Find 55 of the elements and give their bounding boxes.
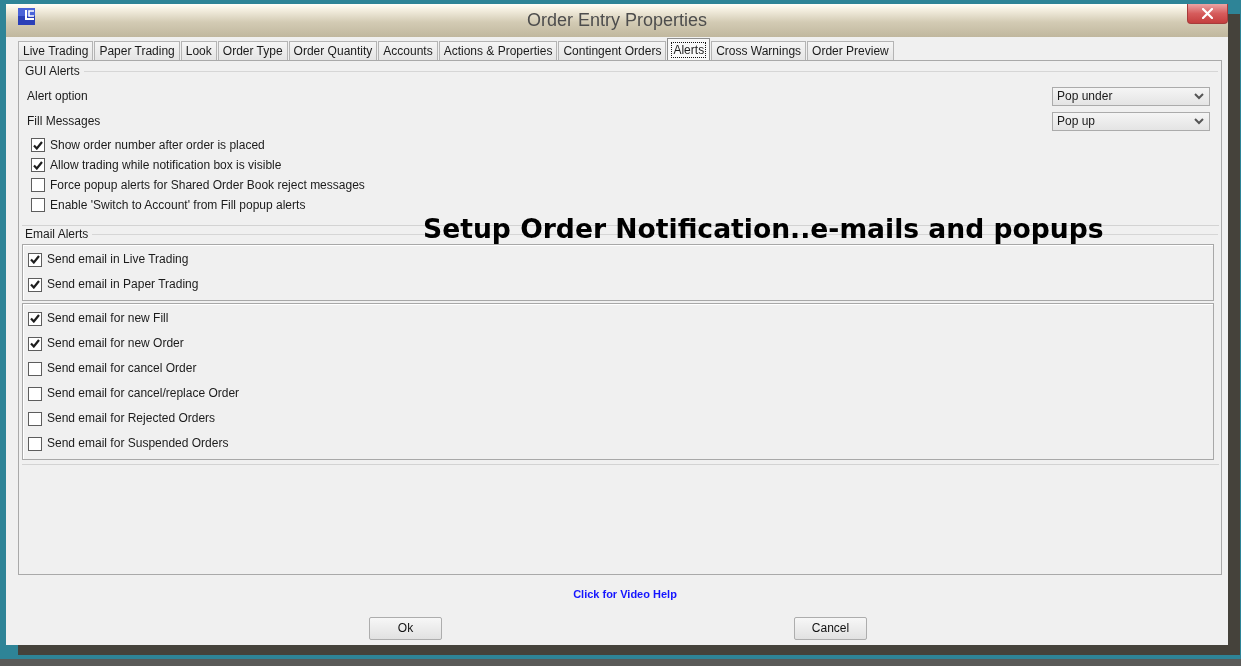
cancel-button[interactable]: Cancel xyxy=(794,617,867,641)
app-logo-icon xyxy=(18,8,35,25)
checkbox[interactable] xyxy=(28,436,42,451)
checkmark-icon xyxy=(30,339,40,348)
group-title: Email Alerts xyxy=(25,226,89,242)
checkbox[interactable] xyxy=(28,252,42,267)
tab[interactable]: Cross Warnings xyxy=(711,41,807,60)
video-help-link[interactable]: Click for Video Help xyxy=(573,588,677,602)
field-label: Fill Messages xyxy=(27,114,101,129)
checkbox-label: Send email for new Fill xyxy=(47,311,169,326)
tab[interactable]: Alerts xyxy=(667,38,711,60)
checkbox-label: Send email for new Order xyxy=(47,336,184,351)
tab[interactable]: Accounts xyxy=(378,41,438,60)
tab[interactable]: Live Trading xyxy=(18,41,94,60)
close-icon xyxy=(1202,8,1213,19)
chevron-down-icon xyxy=(1194,93,1204,100)
checkbox-label: Enable 'Switch to Account' from Fill popup alerts xyxy=(50,197,306,213)
window-title: Order Entry Properties xyxy=(526,9,708,32)
checkbox-label: Send email for Rejected Orders xyxy=(47,411,216,426)
checkbox[interactable] xyxy=(28,386,42,401)
checkbox-label: Allow trading while notification box is visible xyxy=(50,157,282,173)
checkbox[interactable] xyxy=(31,198,45,212)
checkbox-label: Send email in Paper Trading xyxy=(47,277,199,292)
checkbox-label: Send email for cancel Order xyxy=(47,361,197,376)
checkmark-icon xyxy=(30,314,40,323)
checkbox[interactable] xyxy=(28,311,42,326)
dropdown[interactable]: Pop up xyxy=(1052,112,1210,131)
tab[interactable]: Actions & Properties xyxy=(438,41,558,60)
checkbox-label: Send email for cancel/replace Order xyxy=(47,386,240,401)
checkbox[interactable] xyxy=(31,158,45,172)
checkbox-label: Force popup alerts for Shared Order Book reject messages xyxy=(50,177,365,193)
checkmark-icon xyxy=(30,280,40,289)
chevron-down-icon xyxy=(1194,118,1204,125)
checkbox-label: Send email for Suspended Orders xyxy=(47,436,229,451)
group-title: GUI Alerts xyxy=(25,63,80,79)
tab[interactable]: Contingent Orders xyxy=(558,41,667,60)
checkbox-label: Show order number after order is placed xyxy=(50,137,265,153)
annotation-text: Setup Order Notification..e-mails and popups xyxy=(423,213,1104,245)
checkbox[interactable] xyxy=(31,178,45,192)
tab[interactable]: Order Preview xyxy=(807,41,894,60)
tab[interactable]: Order Type xyxy=(217,41,288,60)
checkmark-icon xyxy=(30,255,40,264)
tab[interactable]: Order Quantity xyxy=(288,41,378,60)
checkbox[interactable] xyxy=(31,138,45,152)
ok-button[interactable]: Ok xyxy=(369,617,442,641)
tab[interactable]: Paper Trading xyxy=(94,41,180,60)
field-label: Alert option xyxy=(27,89,88,104)
checkbox[interactable] xyxy=(28,361,42,376)
close-button[interactable] xyxy=(1187,4,1228,24)
tab[interactable]: Look xyxy=(180,41,217,60)
checkbox-label: Send email in Live Trading xyxy=(47,252,189,267)
checkbox[interactable] xyxy=(28,336,42,351)
checkbox[interactable] xyxy=(28,277,42,292)
checkbox[interactable] xyxy=(28,411,42,426)
dropdown[interactable]: Pop under xyxy=(1052,87,1210,106)
